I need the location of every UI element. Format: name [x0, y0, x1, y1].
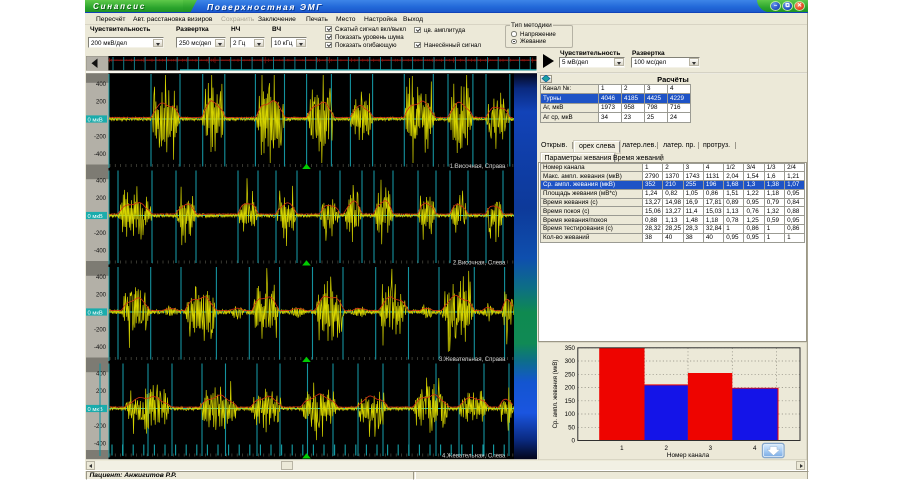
- svg-text:3.Жевательная, Справа: 3.Жевательная, Справа: [439, 357, 506, 363]
- svg-text:150: 150: [565, 398, 576, 405]
- svg-text:300: 300: [565, 358, 576, 365]
- svg-text:Номер канала: Номер канала: [667, 452, 710, 459]
- svg-text:-400: -400: [94, 152, 107, 158]
- svg-text:250: 250: [565, 372, 576, 379]
- svg-text:0 мкВ: 0 мкВ: [88, 117, 103, 123]
- svg-text:350: 350: [565, 345, 576, 352]
- svg-text:100: 100: [565, 411, 576, 418]
- svg-text:400: 400: [96, 275, 107, 281]
- svg-text:200: 200: [96, 100, 107, 106]
- svg-text:200: 200: [96, 293, 107, 299]
- svg-text:3: 3: [709, 445, 713, 452]
- svg-text:-200: -200: [94, 231, 107, 237]
- svg-text:0 мкВ: 0 мкВ: [88, 310, 103, 316]
- svg-text:200: 200: [96, 196, 107, 202]
- svg-text:2.Височная, Слева: 2.Височная, Слева: [453, 261, 506, 267]
- svg-text:-400: -400: [94, 249, 107, 255]
- svg-text:200: 200: [96, 389, 107, 395]
- svg-text:0 мкВ: 0 мкВ: [88, 407, 103, 413]
- svg-text:400: 400: [96, 82, 107, 88]
- svg-text:1.Височная, Справа: 1.Височная, Справа: [450, 164, 506, 170]
- svg-text:200: 200: [565, 385, 576, 392]
- svg-text:0 мкВ: 0 мкВ: [88, 214, 103, 220]
- svg-text:400: 400: [96, 179, 107, 185]
- svg-text:Ср. ампл. жевания (мкВ): Ср. ампл. жевания (мкВ): [553, 360, 559, 429]
- svg-text:-200: -200: [94, 135, 107, 141]
- svg-text:400: 400: [96, 372, 107, 378]
- svg-text:-400: -400: [94, 345, 107, 351]
- svg-text:-200: -200: [94, 328, 107, 334]
- svg-text:2: 2: [664, 445, 668, 452]
- svg-text:50: 50: [568, 425, 575, 432]
- svg-text:1: 1: [620, 445, 624, 452]
- svg-text:0: 0: [572, 438, 576, 445]
- svg-text:4: 4: [753, 445, 757, 452]
